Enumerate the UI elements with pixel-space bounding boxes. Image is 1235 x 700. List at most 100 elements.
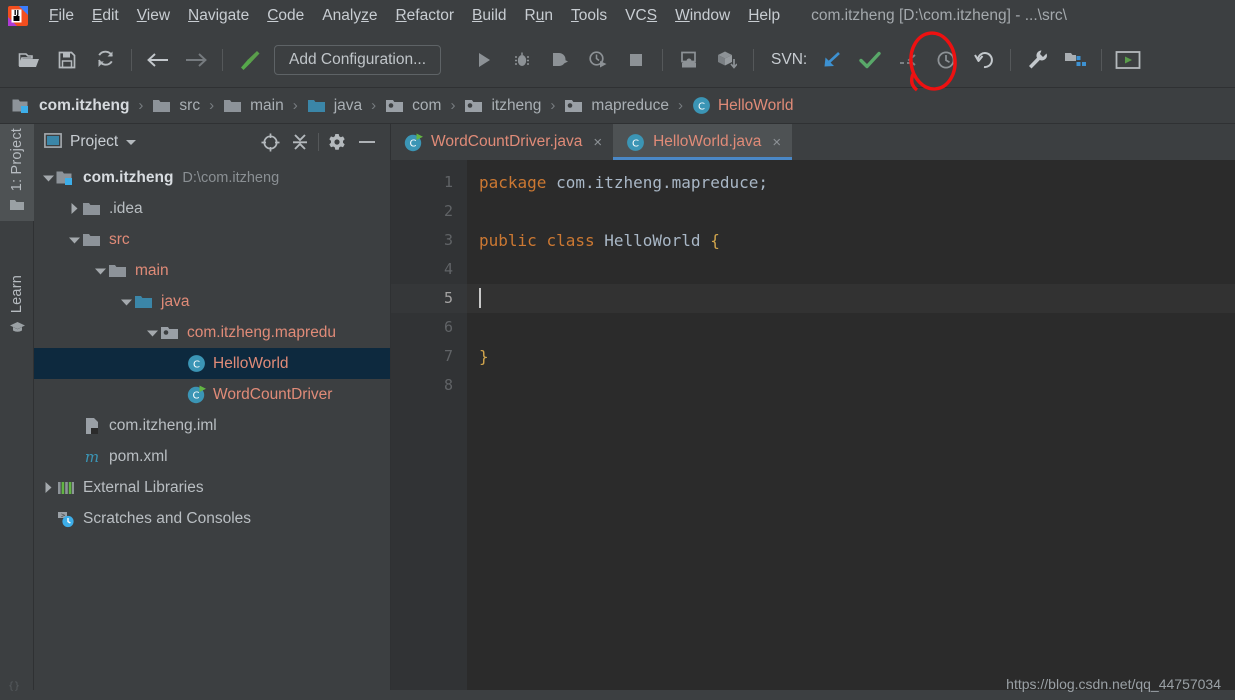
tree-node-com-itzheng-iml[interactable]: com.itzheng.iml (34, 410, 390, 441)
sidebar-item-project[interactable]: 1: Project (0, 124, 34, 221)
tree-node-label: com.itzheng.mapredu (187, 324, 336, 342)
tree-node-external-libraries[interactable]: External Libraries (34, 472, 390, 503)
tool-tab-label: Learn (9, 271, 25, 317)
sync-icon[interactable] (86, 43, 124, 77)
breadcrumb-item-itzheng[interactable]: itzheng (464, 97, 541, 115)
chevron-right-icon[interactable] (40, 480, 56, 496)
tool-window-strip: 1: Project Learn (0, 124, 34, 690)
tree-node-helloworld[interactable]: CHelloWorld (34, 348, 390, 379)
attach-debugger-icon[interactable] (670, 43, 708, 77)
back-arrow-icon[interactable] (139, 43, 177, 77)
tree-node-label: HelloWorld (213, 355, 289, 373)
code-line[interactable] (467, 197, 1235, 226)
line-number: 8 (391, 371, 467, 400)
run-icon[interactable] (465, 43, 503, 77)
menu-mnemonic: C (267, 7, 278, 24)
code-editor[interactable]: 12345678 package com.itzheng.mapreduce; … (391, 160, 1235, 690)
editor-tab-wordcountdriver-java[interactable]: CWordCountDriver.java× (391, 124, 613, 160)
breadcrumb-item-com[interactable]: com (385, 97, 441, 115)
breadcrumb-item-main[interactable]: main (223, 97, 284, 115)
run-window-icon[interactable] (1109, 43, 1147, 77)
breadcrumb-item-helloworld[interactable]: CHelloWorld (692, 96, 794, 115)
collapse-all-icon[interactable] (285, 129, 315, 155)
breadcrumb-separator: › (371, 97, 376, 114)
class-icon: C (692, 96, 711, 115)
menu-item-analyze[interactable]: Analyze (313, 4, 386, 28)
menu-item-build[interactable]: Build (463, 4, 515, 28)
svn-update-icon[interactable] (813, 43, 851, 77)
breadcrumb-item-com-itzheng[interactable]: com.itzheng (12, 97, 129, 115)
chevron-right-icon[interactable] (66, 201, 82, 217)
tree-node-scratches-and-consoles[interactable]: >Scratches and Consoles (34, 503, 390, 534)
save-icon[interactable] (48, 43, 86, 77)
forward-arrow-icon[interactable] (177, 43, 215, 77)
tree-node-com-itzheng-mapredu[interactable]: com.itzheng.mapredu (34, 317, 390, 348)
menu-item-run[interactable]: Run (516, 4, 562, 28)
wrench-settings-icon[interactable] (1018, 43, 1056, 77)
menu-item-file[interactable]: File (40, 4, 83, 28)
build-hammer-icon[interactable] (230, 43, 268, 77)
editor-tab-helloworld-java[interactable]: CHelloWorld.java× (613, 124, 792, 160)
breadcrumb-item-java[interactable]: java (307, 97, 362, 115)
code-line[interactable] (467, 284, 1235, 313)
menu-item-view[interactable]: View (128, 4, 179, 28)
chevron-down-icon[interactable] (40, 170, 56, 186)
menu-item-tools[interactable]: Tools (562, 4, 616, 28)
code-line[interactable]: public class HelloWorld { (467, 226, 1235, 255)
add-configuration-button[interactable]: Add Configuration... (274, 45, 441, 75)
code-line[interactable] (467, 255, 1235, 284)
svn-commit-checkmark-icon[interactable] (851, 43, 889, 77)
close-icon[interactable]: × (593, 135, 602, 150)
code-content[interactable]: package com.itzheng.mapreduce; public cl… (467, 160, 1235, 690)
chevron-down-icon[interactable] (92, 263, 108, 279)
stop-icon[interactable] (617, 43, 655, 77)
svn-rollback-icon[interactable] (965, 43, 1003, 77)
debug-icon[interactable] (503, 43, 541, 77)
project-tool-window: Project (34, 124, 391, 690)
tree-node-com-itzheng[interactable]: com.itzhengD:\com.itzheng (34, 162, 390, 193)
folder-icon (223, 98, 243, 114)
svn-history-clock-icon[interactable] (927, 43, 965, 77)
code-line[interactable] (467, 313, 1235, 342)
menu-item-vcs[interactable]: VCS (616, 4, 666, 28)
menu-mnemonic: T (571, 7, 579, 24)
svn-push-icon[interactable] (889, 43, 927, 77)
profile-icon[interactable] (579, 43, 617, 77)
editor-area: CWordCountDriver.java×CHelloWorld.java× … (391, 124, 1235, 690)
menu-item-window[interactable]: Window (666, 4, 739, 28)
chevron-down-icon[interactable] (66, 232, 82, 248)
menu-item-navigate[interactable]: Navigate (179, 4, 258, 28)
code-line[interactable]: } (467, 342, 1235, 371)
tree-node-wordcountdriver[interactable]: CWordCountDriver (34, 379, 390, 410)
chevron-down-icon[interactable] (144, 325, 160, 341)
close-icon[interactable]: × (772, 135, 781, 150)
breadcrumb-item-src[interactable]: src (152, 97, 200, 115)
tree-node-src[interactable]: src (34, 224, 390, 255)
gear-icon[interactable] (322, 129, 352, 155)
tree-node-pom-xml[interactable]: mpom.xml (34, 441, 390, 472)
tree-node--idea[interactable]: .idea (34, 193, 390, 224)
deploy-icon[interactable] (708, 43, 746, 77)
tree-node-java[interactable]: java (34, 286, 390, 317)
code-line[interactable]: package com.itzheng.mapreduce; (467, 168, 1235, 197)
menu-item-edit[interactable]: Edit (83, 4, 128, 28)
project-structure-icon[interactable] (1056, 43, 1094, 77)
scratches-icon: > (56, 510, 76, 528)
menu-item-refactor[interactable]: Refactor (386, 4, 463, 28)
package-icon (160, 325, 180, 341)
menu-item-code[interactable]: Code (258, 4, 313, 28)
line-number: 6 (391, 313, 467, 342)
scroll-from-source-icon[interactable] (255, 129, 285, 155)
sidebar-item-learn[interactable]: Learn (0, 271, 34, 343)
tree-node-path: D:\com.itzheng (182, 170, 279, 186)
chevron-down-icon[interactable] (118, 294, 134, 310)
breadcrumb-item-mapreduce[interactable]: mapreduce (564, 97, 669, 115)
run-with-coverage-icon[interactable] (541, 43, 579, 77)
minimize-icon[interactable] (352, 129, 382, 155)
open-folder-icon[interactable] (10, 43, 48, 77)
code-line[interactable] (467, 371, 1235, 400)
tree-node-main[interactable]: main (34, 255, 390, 286)
menu-item-help[interactable]: Help (739, 4, 789, 28)
tree-spacer (40, 511, 56, 527)
chevron-down-icon[interactable] (124, 134, 138, 151)
